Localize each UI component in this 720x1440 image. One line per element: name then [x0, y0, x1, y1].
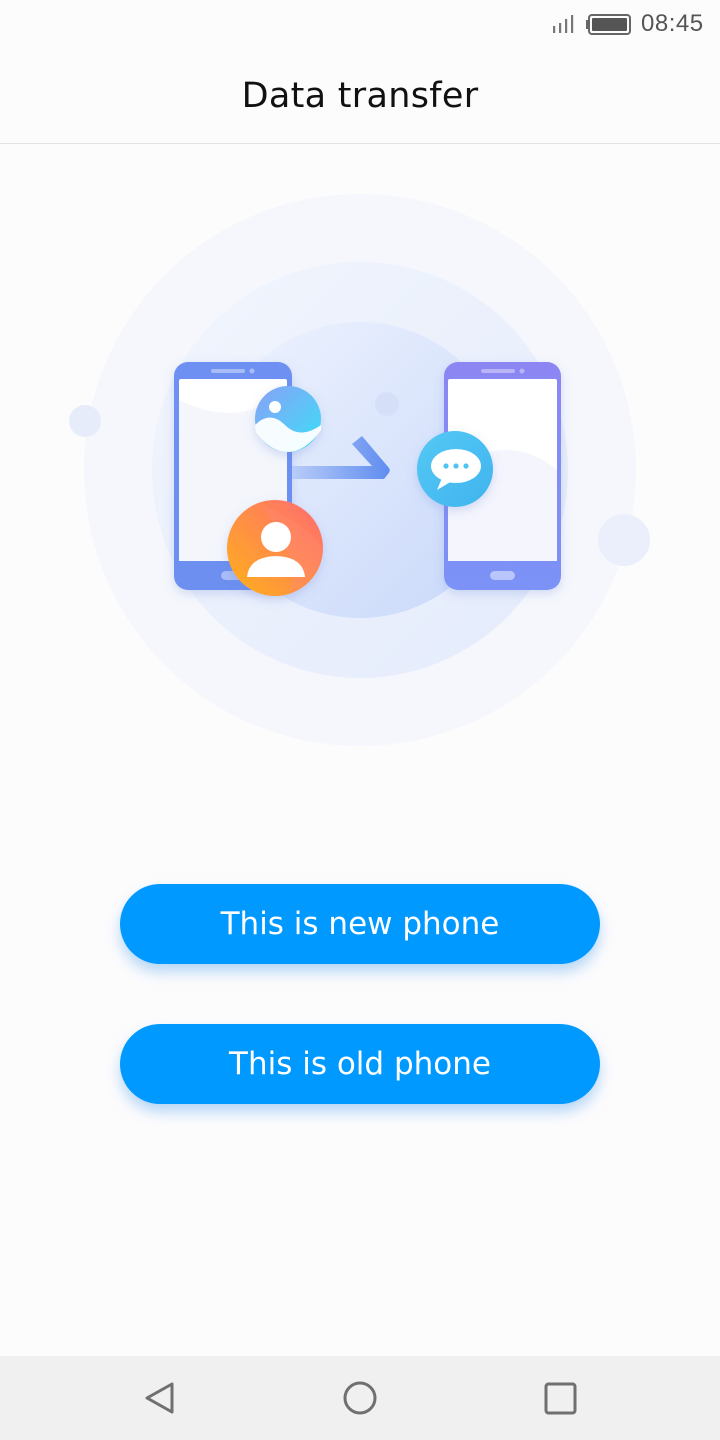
signal-icon [553, 15, 574, 33]
decor-dot-center [375, 392, 399, 416]
battery-icon [586, 14, 631, 35]
recent-apps-icon[interactable] [538, 1376, 582, 1420]
old-phone-button[interactable]: This is old phone [120, 1024, 600, 1104]
navigation-bar [0, 1356, 720, 1440]
gallery-icon [255, 386, 321, 452]
app-header: Data transfer [0, 50, 720, 144]
back-icon[interactable] [138, 1376, 182, 1420]
decor-dot-left [69, 405, 101, 437]
status-time: 08:45 [641, 10, 704, 37]
home-icon[interactable] [338, 1376, 382, 1420]
transfer-illustration [69, 194, 650, 746]
new-phone-button[interactable]: This is new phone [120, 884, 600, 964]
page-title: Data transfer [241, 76, 479, 116]
status-bar: 08:45 [0, 0, 720, 50]
contact-icon [227, 500, 323, 596]
decor-dot-right [598, 514, 650, 566]
message-icon [417, 431, 493, 507]
